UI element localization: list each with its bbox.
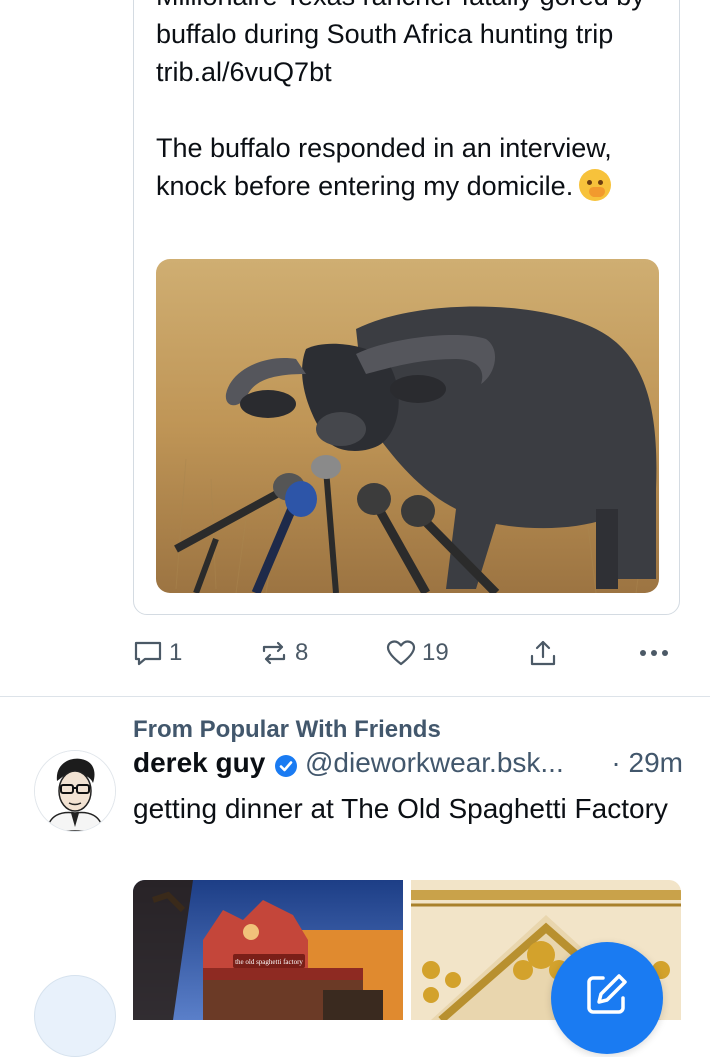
- shushing-face-icon: [579, 169, 612, 201]
- reply-button[interactable]: 1: [133, 638, 182, 668]
- compose-button[interactable]: [551, 942, 663, 1054]
- feed-context-label: From Popular With Friends: [133, 716, 441, 743]
- post-actions-bar: 1 8 19: [0, 630, 710, 680]
- heart-icon: [386, 640, 416, 666]
- like-count: 19: [422, 639, 449, 666]
- repost-button[interactable]: 8: [259, 638, 308, 668]
- quoted-post-comment: The buffalo responded in an interview, k…: [156, 133, 612, 201]
- verified-badge-icon: [273, 753, 299, 786]
- compose-icon: [587, 974, 627, 1014]
- quoted-post-headline: Millionaire Texas rancher fatally gored …: [156, 0, 645, 87]
- share-button[interactable]: [528, 638, 558, 668]
- post-text: getting dinner at The Old Spaghetti Fact…: [133, 793, 668, 824]
- quoted-post-card[interactable]: Millionaire Texas rancher fatally gored …: [133, 0, 680, 615]
- quoted-post-text: Millionaire Texas rancher fatally gored …: [156, 0, 666, 205]
- repost-count: 8: [295, 639, 309, 666]
- feed-divider: [0, 696, 710, 697]
- author-handle[interactable]: @dieworkwear.bsk...: [305, 747, 564, 779]
- ellipsis-icon: [640, 650, 668, 656]
- avatar[interactable]: [34, 750, 116, 832]
- restaurant-sign-text: the old spaghetti factory: [235, 958, 303, 966]
- share-icon: [530, 640, 556, 666]
- repost-icon: [262, 641, 286, 665]
- reply-count: 1: [169, 639, 183, 666]
- more-options-button[interactable]: [638, 638, 672, 668]
- reply-icon: [134, 641, 162, 666]
- author-display-name[interactable]: derek guy: [133, 747, 265, 779]
- buffalo-press-image[interactable]: [156, 259, 659, 593]
- post-image-restaurant[interactable]: the old spaghetti factory: [133, 880, 403, 1020]
- next-post-avatar[interactable]: [34, 975, 116, 1057]
- like-button[interactable]: 19: [386, 638, 449, 668]
- post-timestamp[interactable]: · 29m: [611, 747, 683, 779]
- post-header: derek guy @dieworkwear.bsk... · 29m: [133, 747, 683, 787]
- avatar-illustration: [35, 751, 115, 831]
